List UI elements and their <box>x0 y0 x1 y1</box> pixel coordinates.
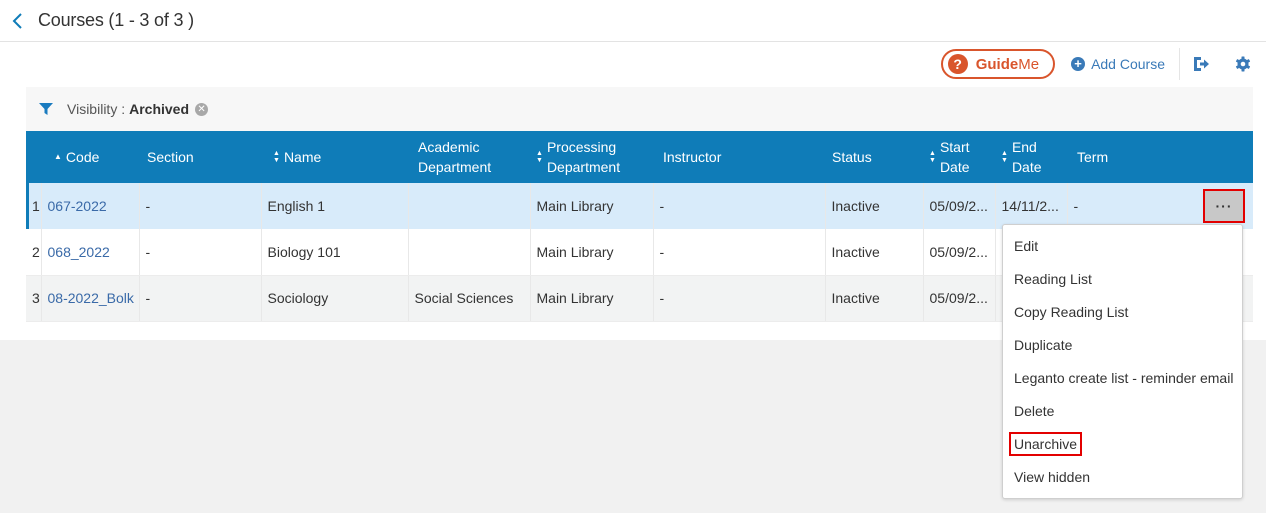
page-header: Courses (1 - 3 of 3 ) <box>0 0 1266 42</box>
end-date-cell: 14/11/2... <box>995 183 1068 229</box>
table-row[interactable]: 1 067-2022 - English 1 Main Library - In… <box>26 183 1253 229</box>
row-number: 1 <box>26 183 42 229</box>
filter-bar: Visibility : Archived ✕ <box>26 87 1253 131</box>
menu-item-view-hidden[interactable]: View hidden <box>1003 461 1242 494</box>
start-date-cell: 05/09/2... <box>923 275 996 322</box>
filter-value: Archived <box>129 101 190 117</box>
settings-button[interactable] <box>1222 48 1264 80</box>
header-row-number <box>26 131 41 183</box>
export-button[interactable] <box>1180 48 1222 80</box>
instructor-cell: - <box>653 183 826 229</box>
name-cell: Biology 101 <box>261 229 409 276</box>
section-cell: - <box>139 275 262 322</box>
guide-me-label-light: Me <box>1018 55 1040 73</box>
processing-department-cell: Main Library <box>530 229 654 276</box>
chevron-left-icon <box>12 12 22 29</box>
header-section[interactable]: Section <box>139 131 261 183</box>
sort-icon: ▲ ▼ <box>1001 150 1008 164</box>
row-number: 2 <box>26 229 42 276</box>
status-cell: Inactive <box>825 183 924 229</box>
header-end-date[interactable]: ▲ ▼ End Date <box>995 131 1067 183</box>
remove-filter-icon[interactable]: ✕ <box>195 102 209 116</box>
course-code-link[interactable]: 08-2022_Bolk <box>48 290 134 306</box>
academic-department-cell: Social Sciences <box>408 275 531 322</box>
header-code[interactable]: ▲ Code <box>41 131 139 183</box>
header-processing-department[interactable]: ▲ ▼ Processing Department <box>530 131 653 183</box>
section-cell: - <box>139 183 262 229</box>
instructor-cell: - <box>653 275 826 322</box>
term-cell: - ··· <box>1067 183 1253 229</box>
menu-item-copy-reading-list[interactable]: Copy Reading List <box>1003 296 1242 329</box>
menu-item-delete[interactable]: Delete <box>1003 395 1242 428</box>
header-instructor[interactable]: Instructor <box>653 131 825 183</box>
export-icon <box>1194 57 1209 71</box>
name-cell: Sociology <box>261 275 409 322</box>
processing-department-cell: Main Library <box>530 183 654 229</box>
status-cell: Inactive <box>825 275 924 322</box>
header-start-date[interactable]: ▲ ▼ Start Date <box>923 131 995 183</box>
sort-icon: ▲ ▼ <box>929 150 936 164</box>
row-actions-menu: Edit Reading List Copy Reading List Dupl… <box>1002 224 1243 499</box>
add-course-button[interactable]: + Add Course <box>1071 48 1180 80</box>
code-cell: 068_2022 <box>41 229 140 276</box>
section-cell: - <box>139 229 262 276</box>
toolbar: ? Guide Me + Add Course <box>940 48 1266 80</box>
add-course-label: Add Course <box>1091 56 1165 72</box>
header-name[interactable]: ▲ ▼ Name <box>261 131 408 183</box>
gear-icon <box>1235 56 1251 72</box>
menu-item-reading-list[interactable]: Reading List <box>1003 263 1242 296</box>
sort-asc-icon: ▲ <box>54 152 62 161</box>
filter-icon[interactable] <box>39 103 53 115</box>
menu-item-duplicate[interactable]: Duplicate <box>1003 329 1242 362</box>
menu-item-unarchive[interactable]: Unarchive <box>1003 428 1242 461</box>
header-status[interactable]: Status <box>825 131 923 183</box>
instructor-cell: - <box>653 229 826 276</box>
processing-department-cell: Main Library <box>530 275 654 322</box>
course-code-link[interactable]: 068_2022 <box>48 244 110 260</box>
status-cell: Inactive <box>825 229 924 276</box>
academic-department-cell <box>408 229 531 276</box>
course-code-link[interactable]: 067-2022 <box>48 198 107 214</box>
header-term[interactable]: Term <box>1067 131 1253 183</box>
row-actions-button[interactable]: ··· <box>1203 189 1245 223</box>
sort-icon: ▲ ▼ <box>273 150 280 164</box>
guide-me-button[interactable]: ? Guide Me <box>940 49 1056 79</box>
table-header-row: ▲ Code Section ▲ ▼ Name Academic Department… <box>26 131 1253 183</box>
plus-circle-icon: + <box>1071 57 1086 71</box>
header-academic-department[interactable]: Academic Department <box>408 131 530 183</box>
term-value: - <box>1073 198 1079 214</box>
menu-item-edit[interactable]: Edit <box>1003 230 1242 263</box>
page-title: Courses (1 - 3 of 3 ) <box>38 10 194 30</box>
sort-icon: ▲ ▼ <box>536 150 543 164</box>
guide-me-label-bold: Guide <box>975 55 1019 73</box>
start-date-cell: 05/09/2... <box>923 229 996 276</box>
row-number: 3 <box>26 275 42 322</box>
help-icon: ? <box>947 54 968 74</box>
name-cell: English 1 <box>261 183 409 229</box>
code-cell: 08-2022_Bolk <box>41 275 140 322</box>
back-button[interactable] <box>4 7 32 35</box>
academic-department-cell <box>408 183 531 229</box>
menu-item-leganto-reminder[interactable]: Leganto create list - reminder email <box>1003 362 1242 395</box>
code-cell: 067-2022 <box>41 183 140 229</box>
start-date-cell: 05/09/2... <box>923 183 996 229</box>
filter-label: Visibility : <box>67 101 126 117</box>
ellipsis-icon: ··· <box>1215 198 1233 214</box>
